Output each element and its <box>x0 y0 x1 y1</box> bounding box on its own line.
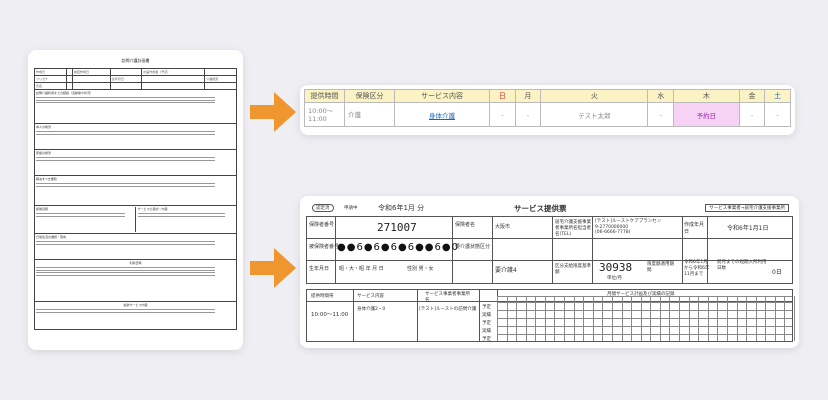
grid-line <box>497 334 792 335</box>
header-insurance: 保険区分 <box>344 89 395 103</box>
cell-wed: - <box>647 102 675 127</box>
sub-status: 申請中 <box>344 206 358 211</box>
created-label: 作成年月日 <box>684 222 705 235</box>
status-badge: 認定済 <box>312 204 334 212</box>
limit-label: 区分支給限度基準額 <box>555 264 591 275</box>
insured-number: ●●6●6●6●6●●6●0 <box>337 242 459 253</box>
doc-section: 訪問介護利用までの経緯（活動等や状況） <box>34 90 237 124</box>
header-wed: 水 <box>647 89 675 103</box>
care-level: 要介護4 <box>495 267 517 274</box>
header-service: サービス内容 <box>394 89 490 103</box>
header-sat: 土 <box>764 89 791 103</box>
time-slot-value: 10:00～11:00 <box>311 312 349 318</box>
sheet-header: 認定済 申請中 令和6年1月 分 サービス提供票 サービス事業者→居宅介護支援事… <box>306 202 793 216</box>
grid-line <box>794 296 795 341</box>
doc-cell: 計画作成者（予定） <box>141 68 206 76</box>
arrow-right-icon <box>250 92 296 132</box>
care-level-label: 要介護状態区分 <box>455 244 491 250</box>
prev-label: 前月までの短期入所利用日数 <box>717 260 767 271</box>
cell-sun: - <box>489 102 516 127</box>
header-fri: 金 <box>738 89 766 103</box>
care-office-label: 居宅介護支援事業者事業所名担当者名(TEL) <box>555 220 591 237</box>
doc-section: 解決すべき課題 <box>34 176 237 206</box>
insured-label: 被保険者番号 <box>309 244 340 250</box>
created-date: 令和6年1月1日 <box>727 225 769 232</box>
monthly-record-table: 提供時間帯 サービス内容 サービス事業者事業所名 月間サービス計画及び実績の記録… <box>306 289 795 342</box>
cell-sat: - <box>764 102 791 127</box>
doc-cell: 作成日 <box>34 68 67 76</box>
grid-line <box>497 326 792 327</box>
weekly-schedule-card: 提供時間 保険区分 サービス内容 日 月 火 水 木 金 土 10:00～ 11… <box>300 85 795 135</box>
gender: 性別 男・女 <box>407 266 434 272</box>
cell-tue[interactable]: テスト太郎 <box>540 102 649 127</box>
calendar-grid <box>497 290 795 341</box>
doc-section: 援助目標 サービスの目的・内容 <box>34 206 237 234</box>
header-service-content: サービス内容 <box>357 294 384 299</box>
doc-section: 日常生活の課題・意向 <box>34 234 237 260</box>
grid-line <box>497 310 792 311</box>
header-provider: サービス事業者事業所名 <box>425 292 470 303</box>
doc-title: 訪問介護計画書 <box>121 58 150 63</box>
grid-line <box>497 318 792 319</box>
provider-value: [テスト]ルーストの訪問介護 <box>419 307 477 312</box>
doc-section: 家族の希望 <box>34 150 237 176</box>
sheet-info-grid: 保険者番号 271007 保険者名 大阪市 居宅介護支援事業者事業所名担当者名(… <box>306 216 793 284</box>
cell-fri: - <box>738 102 766 127</box>
name-label: 保険者名 <box>455 222 476 228</box>
doc-section: 本人の希望 <box>34 124 237 150</box>
doc-section: 提供サービス内容 <box>34 302 237 330</box>
header-time-slot: 提供時間帯 <box>311 294 334 299</box>
doc-cell: 前回作成日 <box>71 68 111 76</box>
birth-label: 生年月日 <box>309 266 330 272</box>
period-label: 限度額適用期間 <box>647 262 674 273</box>
period-value: 令和6年1月から令和6年11月まで <box>684 260 710 277</box>
doc-section: 利用日時 <box>34 260 237 302</box>
insurer-label: 保険者番号 <box>309 222 335 228</box>
care-office-value: [テスト]ルーストケアプランセン 9-2770000000 (06-6666-7… <box>595 219 662 235</box>
doc-cell: 介護認定 <box>204 75 237 83</box>
cell-time: 10:00～ 11:00 <box>304 102 345 127</box>
limit-value: 30938 <box>599 261 633 274</box>
header-sun: 日 <box>489 89 516 103</box>
service-content-value: 身体介護2・0 <box>357 307 386 312</box>
doc-cell: 氏名 <box>34 82 67 90</box>
insurer-number: 271007 <box>377 221 417 234</box>
service-link[interactable]: 身体介護 <box>394 102 490 127</box>
header-time: 提供時間 <box>304 89 345 103</box>
sheet-date: 令和6年1月 分 <box>378 204 425 212</box>
cell-mon: - <box>514 102 542 127</box>
visit-care-plan-document: 訪問介護計画書 作成日 前回作成日 計画作成者（予定） フリガナ 生年月日 介護… <box>28 50 243 350</box>
header-mon: 月 <box>514 89 542 103</box>
doc-cell: 生年月日 <box>109 75 143 83</box>
cell-insurance: 介護 <box>344 102 395 127</box>
city: 大阪市 <box>495 224 511 230</box>
grid-line <box>497 296 792 297</box>
grid-line <box>497 302 792 303</box>
office-direction-label: サービス事業者→居宅介護支援事業所 <box>705 204 789 212</box>
header-thu: 木 <box>673 89 740 103</box>
weekly-schedule-table: 提供時間 保険区分 サービス内容 日 月 火 水 木 金 土 10:00～ 11… <box>304 89 791 127</box>
cell-thu-highlight[interactable]: 予約日 <box>673 102 740 127</box>
doc-cell: フリガナ <box>34 75 67 83</box>
header-tue: 火 <box>540 89 649 103</box>
prev-value: 0日 <box>772 269 782 276</box>
arrow-right-icon <box>250 248 296 288</box>
birth-value: 昭・大・昭 年 月 日 <box>339 266 384 272</box>
limit-unit: 単位/月 <box>607 276 623 281</box>
sheet-title: サービス提供票 <box>514 204 567 213</box>
service-provision-sheet: 認定済 申請中 令和6年1月 分 サービス提供票 サービス事業者→居宅介護支援事… <box>300 196 799 348</box>
doc-header-table: 作成日 前回作成日 計画作成者（予定） フリガナ 生年月日 介護認定 氏名 <box>34 68 237 90</box>
